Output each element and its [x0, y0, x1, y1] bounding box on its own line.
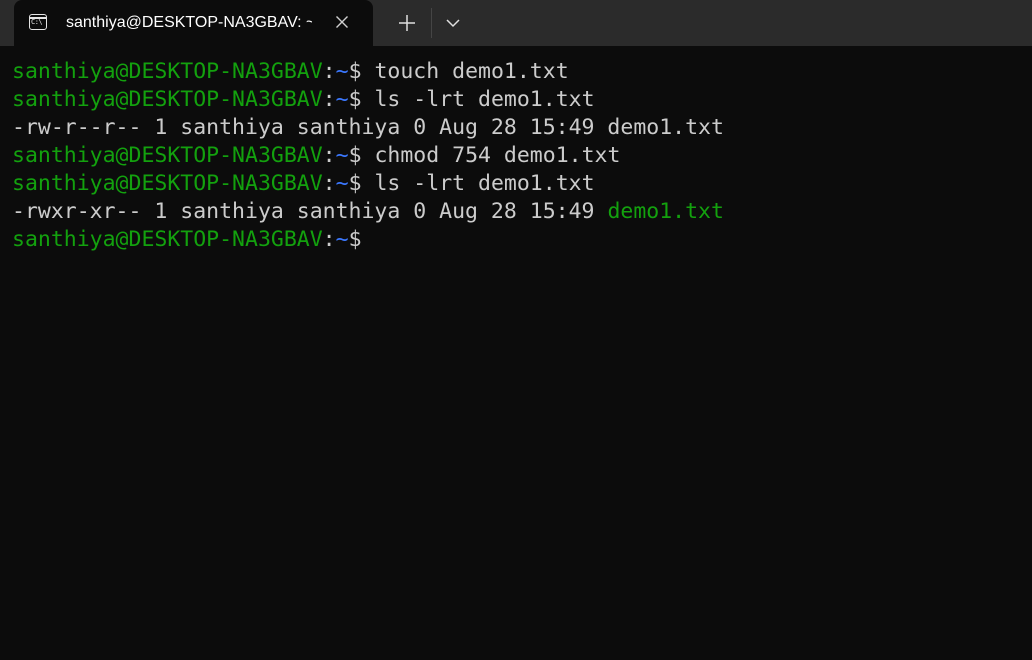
prompt-line: santhiya@DESKTOP-NA3GBAV:~$ touch demo1.…	[12, 58, 1022, 86]
prompt-path: ~	[335, 143, 349, 168]
prompt-user-host: santhiya@DESKTOP-NA3GBAV	[12, 143, 323, 168]
prompt-line: santhiya@DESKTOP-NA3GBAV:~$ chmod 754 de…	[12, 142, 1022, 170]
prompt-path: ~	[335, 87, 349, 112]
prompt-user-host: santhiya@DESKTOP-NA3GBAV	[12, 87, 323, 112]
output-line: -rw-r--r-- 1 santhiya santhiya 0 Aug 28 …	[12, 114, 1022, 142]
prompt-path: ~	[335, 171, 349, 196]
tab-title: santhiya@DESKTOP-NA3GBAV: ~	[66, 14, 312, 31]
command-text: chmod 754 demo1.txt	[361, 143, 621, 168]
prompt-colon: :	[322, 143, 336, 168]
prompt-dollar: $	[348, 227, 362, 252]
prompt-user-host: santhiya@DESKTOP-NA3GBAV	[12, 171, 323, 196]
prompt-user-host: santhiya@DESKTOP-NA3GBAV	[12, 227, 323, 252]
terminal-output[interactable]: santhiya@DESKTOP-NA3GBAV:~$ touch demo1.…	[12, 58, 1022, 648]
prompt-dollar: $	[348, 87, 362, 112]
prompt-colon: :	[322, 171, 336, 196]
prompt-dollar: $	[348, 59, 362, 84]
close-icon[interactable]	[332, 12, 352, 32]
prompt-line: santhiya@DESKTOP-NA3GBAV:~$ ls -lrt demo…	[12, 86, 1022, 114]
prompt-dollar: $	[348, 143, 362, 168]
prompt-colon: :	[322, 59, 336, 84]
prompt-dollar: $	[348, 171, 362, 196]
executable-filename: demo1.txt	[607, 199, 724, 224]
prompt-colon: :	[322, 227, 336, 252]
title-bar: C:\ santhiya@DESKTOP-NA3GBAV: ~	[0, 0, 1032, 46]
prompt-line: santhiya@DESKTOP-NA3GBAV:~$	[12, 226, 1022, 254]
prompt-line: santhiya@DESKTOP-NA3GBAV:~$ ls -lrt demo…	[12, 170, 1022, 198]
chevron-down-icon[interactable]	[441, 11, 465, 35]
terminal-icon: C:\	[29, 14, 47, 30]
prompt-path: ~	[335, 59, 349, 84]
tab-separator	[431, 8, 432, 38]
command-text: ls -lrt demo1.txt	[361, 87, 595, 112]
plus-icon[interactable]	[394, 11, 420, 35]
tab-terminal[interactable]: C:\ santhiya@DESKTOP-NA3GBAV: ~	[14, 0, 373, 46]
output-text: -rw-r--r-- 1 santhiya santhiya 0 Aug 28 …	[12, 115, 724, 140]
command-text: ls -lrt demo1.txt	[361, 171, 595, 196]
prompt-path: ~	[335, 227, 349, 252]
output-text: -rwxr-xr-- 1 santhiya santhiya 0 Aug 28 …	[12, 199, 608, 224]
prompt-colon: :	[322, 87, 336, 112]
output-line: -rwxr-xr-- 1 santhiya santhiya 0 Aug 28 …	[12, 198, 1022, 226]
command-text: touch demo1.txt	[361, 59, 569, 84]
prompt-user-host: santhiya@DESKTOP-NA3GBAV	[12, 59, 323, 84]
